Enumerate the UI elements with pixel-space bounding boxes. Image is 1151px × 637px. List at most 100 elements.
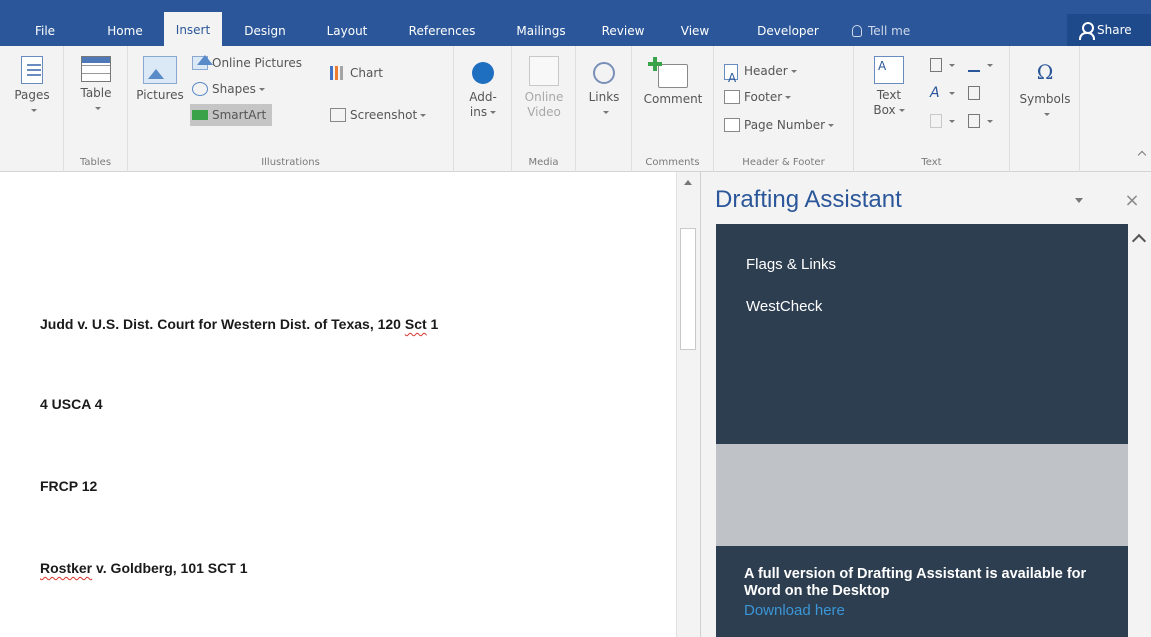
chevron-down-icon [94, 107, 101, 110]
document-paragraph: Rostker v. Goldberg, 101 SCT 1 [40, 560, 248, 576]
tab-developer[interactable]: Developer [740, 16, 836, 46]
object-button[interactable] [966, 110, 993, 132]
table-label: Table [80, 86, 112, 100]
ribbon-tab-bar: File Home Insert Design Layout Reference… [0, 0, 1151, 46]
object-icon [968, 114, 980, 128]
chevron-down-icon [790, 70, 797, 73]
tab-design[interactable]: Design [232, 16, 298, 46]
scrollbar-thumb[interactable] [680, 228, 696, 350]
chevron-down-icon [602, 111, 609, 114]
wordart-icon: A [930, 85, 940, 101]
group-symbols: Ω Symbols [1010, 46, 1080, 172]
pane-content: Flags & Links WestCheck A full version o… [716, 224, 1128, 637]
date-time-button[interactable] [966, 82, 984, 104]
screenshot-icon [330, 108, 346, 122]
tab-references[interactable]: References [394, 16, 490, 46]
share-button[interactable]: Share [1067, 14, 1151, 46]
document-scrollbar[interactable] [676, 172, 700, 637]
text-box-button[interactable]: TextBox [866, 56, 912, 118]
links-button[interactable]: Links [580, 56, 628, 120]
screenshot-button[interactable]: Screenshot [328, 104, 427, 126]
footer-button[interactable]: Footer [722, 86, 792, 108]
pane-scrollbar[interactable] [1128, 224, 1151, 637]
signature-line-button[interactable] [966, 54, 993, 76]
new-comment-button[interactable]: Comment [638, 56, 708, 107]
online-video-label-1: Online [524, 90, 564, 104]
chevron-down-icon [828, 124, 835, 127]
chevron-down-icon [1043, 113, 1050, 116]
smartart-button[interactable]: SmartArt [190, 104, 273, 126]
chart-label: Chart [350, 66, 383, 80]
online-pictures-button[interactable]: Online Pictures [190, 52, 302, 74]
pane-options-chevron-icon[interactable] [1075, 198, 1083, 203]
shapes-label: Shapes [212, 82, 256, 96]
smartart-label: SmartArt [212, 108, 267, 122]
group-header-footer: Header Footer Page Number Header & Foote… [714, 46, 854, 172]
picture-icon [143, 56, 177, 84]
page-number-label: Page Number [744, 118, 826, 132]
pictures-button[interactable]: Pictures [134, 56, 186, 103]
document-paragraph: FRCP 12 [40, 478, 98, 494]
shapes-button[interactable]: Shapes [190, 78, 265, 100]
group-links: Links [576, 46, 632, 172]
header-button[interactable]: Header [722, 60, 797, 89]
online-video-button[interactable]: Online Video [518, 56, 570, 120]
collapse-ribbon-icon[interactable] [1137, 150, 1147, 160]
online-pictures-label: Online Pictures [212, 56, 303, 70]
group-label-tables: Tables [79, 157, 112, 168]
quick-parts-button[interactable] [928, 54, 955, 76]
tab-mailings[interactable]: Mailings [502, 16, 580, 46]
group-text: TextBox A Text [854, 46, 1010, 172]
drafting-assistant-pane: Drafting Assistant × Flags & Links WestC… [700, 172, 1151, 637]
add-ins-label-1: Add- [469, 90, 497, 104]
group-illustrations: Pictures Online Pictures Shapes SmartArt… [128, 46, 454, 172]
group-label-comments: Comments [645, 157, 700, 168]
download-link[interactable]: Download here [744, 602, 845, 619]
quick-parts-icon [930, 58, 942, 72]
chevron-up-icon[interactable] [1131, 233, 1147, 249]
group-pages: Pages [0, 46, 64, 172]
pictures-label: Pictures [136, 88, 184, 102]
footer-icon [724, 90, 740, 104]
pen-icon [968, 58, 980, 72]
online-picture-icon [192, 55, 213, 70]
symbols-button[interactable]: Ω Symbols [1016, 56, 1074, 122]
tab-layout[interactable]: Layout [316, 16, 378, 46]
add-ins-button[interactable]: Add-ins [458, 56, 508, 120]
tab-insert[interactable]: Insert [164, 12, 222, 46]
text-box-icon [874, 56, 904, 84]
group-addins: Add-ins [454, 46, 512, 172]
tab-home[interactable]: Home [96, 16, 154, 46]
scroll-up-icon[interactable] [684, 180, 692, 185]
drop-cap-button[interactable] [928, 110, 955, 132]
tab-view[interactable]: View [670, 16, 720, 46]
footer-label: Footer [744, 90, 783, 104]
pane-menu-flags-links[interactable]: Flags & Links [746, 256, 836, 273]
chevron-down-icon [987, 64, 993, 67]
chevron-down-icon [490, 111, 497, 114]
group-label-media: Media [528, 157, 559, 168]
lightbulb-icon [852, 25, 862, 37]
group-label-header-footer: Header & Footer [742, 157, 825, 168]
wordart-button[interactable]: A [928, 82, 955, 104]
pane-menu-westcheck[interactable]: WestCheck [746, 298, 822, 315]
misspelled-word[interactable]: Sct [405, 316, 427, 332]
comment-plus-icon [648, 57, 688, 88]
group-tables: Table Tables [64, 46, 128, 172]
table-button[interactable]: Table [70, 56, 122, 116]
tab-review[interactable]: Review [590, 16, 656, 46]
close-icon[interactable]: × [1123, 190, 1141, 211]
page-number-button[interactable]: Page Number [722, 114, 835, 136]
misspelled-word[interactable]: Rostker [40, 560, 92, 576]
chart-button[interactable]: Chart [328, 62, 383, 84]
document-page[interactable]: Judd v. U.S. Dist. Court for Western Dis… [0, 172, 676, 637]
chevron-down-icon [949, 92, 955, 95]
pages-button[interactable]: Pages [6, 56, 58, 118]
links-label: Links [588, 90, 620, 104]
group-comments: Comment Comments [632, 46, 714, 172]
text-box-label-2: Box [873, 103, 896, 117]
tell-me-search[interactable]: Tell me [852, 16, 910, 46]
chevron-down-icon [30, 109, 37, 112]
share-label: Share [1097, 23, 1132, 37]
tab-file[interactable]: File [20, 16, 70, 46]
